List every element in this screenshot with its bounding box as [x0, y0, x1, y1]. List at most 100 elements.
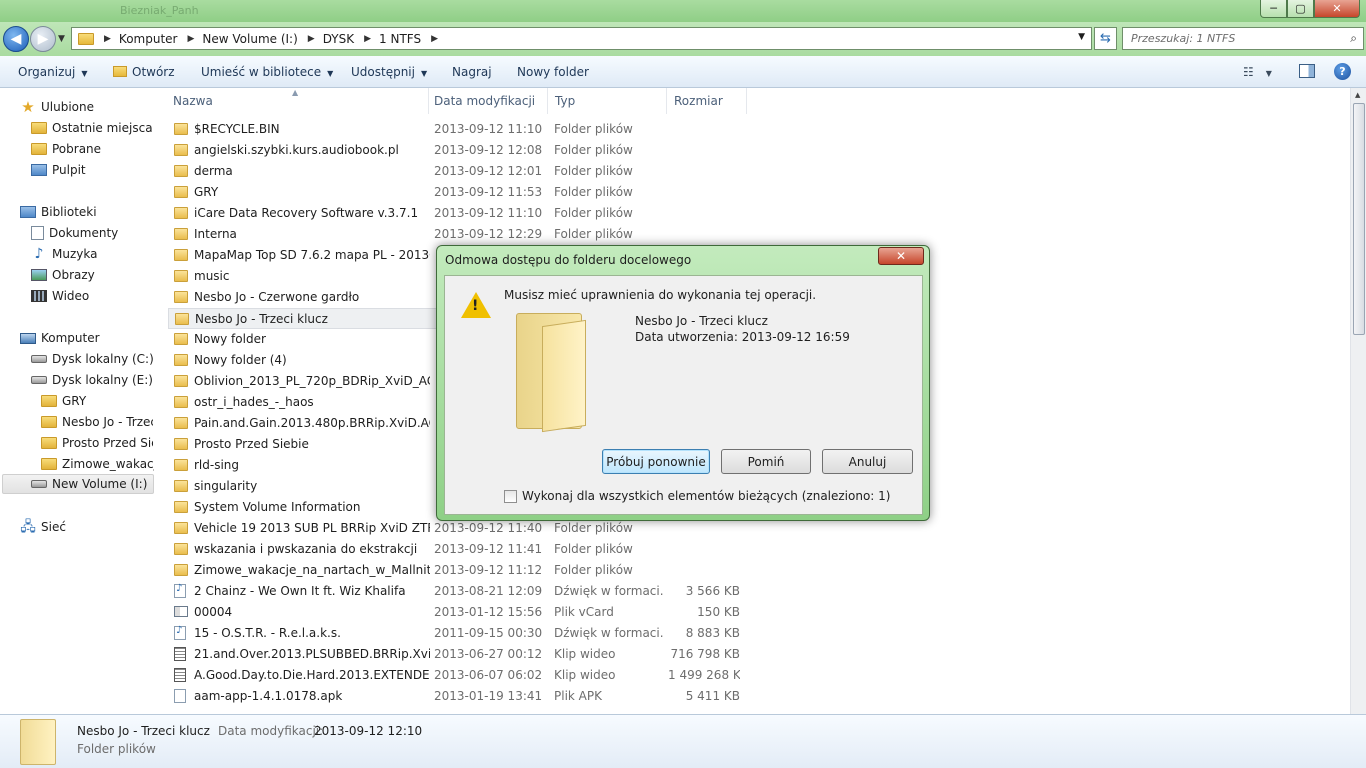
sidebar-item-drive-c[interactable]: Dysk lokalny (C:) — [31, 349, 154, 369]
file-name: 15 - O.S.T.R. - R.e.l.a.k.s. — [194, 626, 341, 640]
sidebar-item-music[interactable]: ♪ Muzyka — [31, 244, 98, 264]
sidebar-item-downloads[interactable]: Pobrane — [31, 139, 101, 159]
column-header-date[interactable]: Data modyfikacji — [434, 94, 535, 108]
back-button[interactable]: ◀ — [3, 26, 29, 52]
scroll-up-icon[interactable]: ▲ — [1355, 91, 1360, 99]
table-row[interactable]: aam-app-1.4.1.0178.apk 2013-01-19 13:41 Pl… — [168, 686, 748, 707]
recent-places-icon — [31, 122, 47, 134]
column-header-type[interactable]: Typ — [555, 94, 575, 108]
table-row[interactable]: Interna 2013-09-12 12:29 Folder plików — [168, 224, 748, 245]
audio-icon — [174, 625, 186, 640]
breadcrumb-new-volume[interactable]: New Volume (I:) ▶ — [198, 32, 318, 46]
folder-icon — [174, 501, 188, 513]
share-button[interactable]: Udostępnij ▼ — [351, 65, 427, 79]
file-type: Folder plików — [554, 206, 633, 220]
search-icon[interactable]: ⌕ — [1350, 31, 1357, 46]
refresh-button[interactable]: ⇆ — [1094, 27, 1117, 50]
chevron-down-icon[interactable]: ▼ — [1078, 32, 1085, 42]
vertical-scrollbar[interactable]: ▲ — [1350, 88, 1366, 714]
sidebar-item-label: Dysk lokalny (E:) — [52, 373, 153, 387]
table-row[interactable]: 00004 2013-01-12 15:56 Plik vCard 150 KB — [168, 602, 748, 623]
table-row[interactable]: wskazania i pwskazania do ekstrakcji 2013… — [168, 539, 748, 560]
sidebar-item-computer[interactable]: Komputer — [20, 328, 100, 348]
sidebar-item-libraries[interactable]: Biblioteki — [20, 202, 97, 222]
sidebar-item-desktop[interactable]: Pulpit — [31, 160, 86, 180]
retry-button[interactable]: Próbuj ponownie — [602, 449, 710, 474]
maximize-button[interactable]: ▢ — [1287, 0, 1314, 18]
file-date: 2013-01-19 13:41 — [434, 689, 543, 703]
sidebar-item-recent-places[interactable]: Ostatnie miejsca — [31, 118, 153, 138]
open-button[interactable]: Otwórz — [113, 65, 175, 79]
sidebar-item-label: Nesbo Jo - Trzeci — [62, 415, 153, 429]
breadcrumb-computer[interactable]: Komputer ▶ — [115, 32, 198, 46]
sidebar-item-label: Muzyka — [52, 247, 98, 261]
sidebar-item-drive-e[interactable]: Dysk lokalny (E:) — [31, 370, 153, 390]
table-row[interactable]: 2 Chainz - We Own It ft. Wiz Khalifa 2013… — [168, 581, 748, 602]
file-name: singularity — [194, 479, 258, 493]
table-row[interactable]: derma 2013-09-12 12:01 Folder plików — [168, 161, 748, 182]
sidebar-item-pictures[interactable]: Obrazy — [31, 265, 95, 285]
table-row[interactable]: Zimowe_wakacje_na_nartach_w_Mallnitz... 2… — [168, 560, 748, 581]
scrollbar-thumb[interactable] — [1353, 103, 1365, 335]
column-divider[interactable] — [428, 88, 429, 114]
table-row[interactable]: $RECYCLE.BIN 2013-09-12 11:10 Folder plikó… — [168, 119, 748, 140]
file-name: A.Good.Day.to.Die.Hard.2013.EXTENDED.... — [194, 668, 430, 682]
dialog-title: Odmowa dostępu do folderu docelowego — [445, 253, 692, 267]
table-row[interactable]: GRY 2013-09-12 11:53 Folder plików — [168, 182, 748, 203]
search-input[interactable] — [1123, 28, 1333, 49]
close-button[interactable]: ✕ — [1314, 0, 1360, 18]
desktop-icon — [31, 164, 47, 176]
add-to-library-button[interactable]: Umieść w bibliotece ▼ — [201, 65, 333, 79]
sidebar-item-favorites[interactable]: ★ Ulubione — [20, 97, 94, 117]
address-bar[interactable]: ▶ Komputer ▶ New Volume (I:) ▶ DYSK ▶ 1 NTF… — [71, 27, 1092, 50]
breadcrumb-1-ntfs[interactable]: 1 NTFS ▶ — [375, 32, 442, 46]
burn-button[interactable]: Nagraj — [452, 65, 492, 79]
breadcrumb-dysk[interactable]: DYSK ▶ — [319, 32, 375, 46]
skip-button[interactable]: Pomiń — [721, 449, 811, 474]
details-name: Nesbo Jo - Trzeci klucz — [77, 724, 210, 738]
forward-button[interactable]: ▶ — [30, 26, 56, 52]
table-row[interactable]: iCare Data Recovery Software v.3.7.1 2013… — [168, 203, 748, 224]
chevron-right-icon: ▶ — [307, 33, 315, 44]
file-name: Prosto Przed Siebie — [194, 437, 309, 451]
folder-icon — [174, 522, 188, 534]
column-divider[interactable] — [746, 88, 747, 114]
breadcrumb-separator[interactable]: ▶ — [100, 34, 115, 44]
sidebar-item-nesbo[interactable]: Nesbo Jo - Trzeci — [41, 412, 153, 432]
view-options-button[interactable]: ☷ ▼ — [1243, 65, 1272, 79]
apply-to-all-checkbox[interactable]: Wykonaj dla wszystkich elementów bieżący… — [504, 489, 890, 503]
file-type: Folder plików — [554, 164, 633, 178]
table-row[interactable]: A.Good.Day.to.Die.Hard.2013.EXTENDED....… — [168, 665, 748, 686]
folder-icon — [174, 228, 188, 240]
sidebar-item-documents[interactable]: Dokumenty — [31, 223, 118, 243]
table-row[interactable]: 21.and.Over.2013.PLSUBBED.BRRip.XviD-...… — [168, 644, 748, 665]
file-date: 2011-09-15 00:30 — [434, 626, 543, 640]
dialog-close-button[interactable]: ✕ — [878, 247, 924, 265]
column-divider[interactable] — [547, 88, 548, 114]
folder-icon — [41, 437, 57, 449]
sidebar-item-prosto[interactable]: Prosto Przed Sieb — [41, 433, 153, 453]
column-header-name[interactable]: Nazwa — [173, 94, 213, 108]
address-row: ◀ ▶ ▼ ▶ Komputer ▶ New Volume (I:) ▶ DYSK ▶… — [0, 22, 1366, 56]
preview-pane-button[interactable] — [1299, 64, 1315, 78]
recent-pages-dropdown[interactable]: ▼ — [58, 34, 65, 44]
folder-icon — [41, 395, 57, 407]
table-row[interactable]: angielski.szybki.kurs.audiobook.pl 2013-0… — [168, 140, 748, 161]
table-row[interactable]: Vehicle 19 2013 SUB PL BRRip XviD ZTR 201… — [168, 518, 748, 539]
minimize-button[interactable]: ─ — [1260, 0, 1287, 18]
column-header-size[interactable]: Rozmiar — [674, 94, 723, 108]
sidebar-item-videos[interactable]: Wideo — [31, 286, 89, 306]
checkbox-box[interactable] — [504, 489, 517, 503]
sidebar-item-network[interactable]: 🖧 Sieć — [20, 517, 66, 537]
organize-button[interactable]: Organizuj ▼ — [18, 65, 87, 79]
column-divider[interactable] — [666, 88, 667, 114]
sidebar-item-gry[interactable]: GRY — [41, 391, 158, 411]
sidebar-item-zimowe[interactable]: Zimowe_wakacje_ — [41, 454, 154, 474]
help-button[interactable]: ? — [1334, 63, 1351, 80]
new-folder-button[interactable]: Nowy folder — [517, 65, 589, 79]
table-row[interactable]: 15 - O.S.T.R. - R.e.l.a.k.s. 2011-09-15 0… — [168, 623, 748, 644]
sidebar-item-new-volume[interactable]: New Volume (I:) — [2, 474, 154, 494]
sidebar-item-label: Dokumenty — [49, 226, 119, 240]
cancel-button[interactable]: Anuluj — [822, 449, 913, 474]
folder-icon — [174, 249, 188, 261]
